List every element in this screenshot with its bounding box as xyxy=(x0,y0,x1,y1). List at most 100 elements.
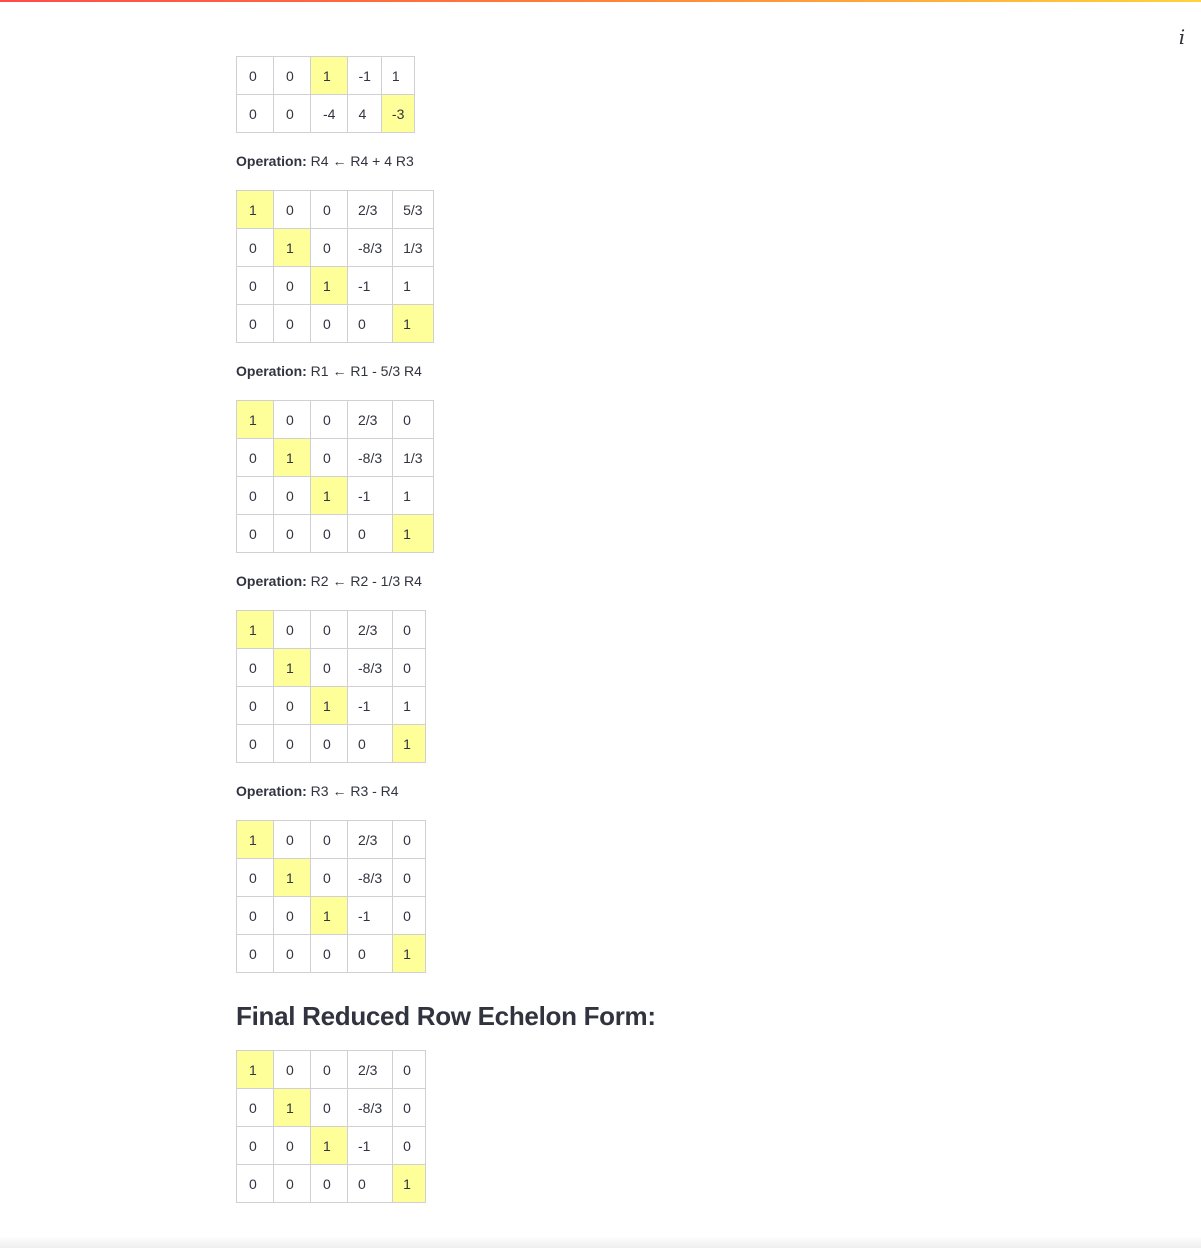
matrix-cell: 0 xyxy=(236,266,274,305)
matrix-cell: 0 xyxy=(392,858,427,897)
matrix-row: 0 0 1 -1 1 xyxy=(236,476,434,515)
matrix-cell: 0 xyxy=(310,724,348,763)
operation-label-1: Operation: R4 ← R4 + 4 R3 xyxy=(236,153,414,169)
matrix-row: 0 0 1 -1 0 xyxy=(236,896,427,935)
matrix-row: 1 0 0 2/3 5/3 xyxy=(236,190,434,229)
matrix-row: 1 0 0 2/3 0 xyxy=(236,1050,427,1089)
matrix-cell: 5/3 xyxy=(392,190,434,229)
matrix-cell: -1 xyxy=(346,896,394,935)
matrix-row: 0 0 -4 4 -3 xyxy=(236,94,416,133)
matrix-partial: 0 0 1 -1 1 0 0 -4 4 -3 xyxy=(236,56,416,133)
matrix-cell: 0 xyxy=(346,724,394,763)
matrix-cell: 1 xyxy=(392,304,434,343)
matrix-cell: 0 xyxy=(273,476,311,515)
matrix-row: 00001 xyxy=(236,304,434,343)
top-decoration-bar xyxy=(0,0,1201,2)
operation-label-4: Operation: R3 ← R3 - R4 xyxy=(236,783,399,799)
matrix-cell: 0 xyxy=(236,56,274,95)
matrix-row: 00001 xyxy=(236,724,427,763)
matrix-cell: 1 xyxy=(392,934,427,973)
matrix-cell: -8/3 xyxy=(346,648,394,687)
matrix-cell: 0 xyxy=(392,1088,427,1127)
matrix-cell: -8/3 xyxy=(346,438,394,477)
matrix-row: 1 0 0 2/3 0 xyxy=(236,610,427,649)
bottom-edge xyxy=(0,1236,1201,1248)
matrix-cell: 0 xyxy=(273,1126,311,1165)
matrix-step-2: 1 0 0 2/3 0 0 1 0 -8/3 1/3 0 0 1 -1 1 0 0 0 0 1 xyxy=(236,400,434,553)
matrix-cell: 0 xyxy=(310,648,348,687)
matrix-cell: 0 xyxy=(310,438,348,477)
matrix-cell: 1 xyxy=(392,514,434,553)
matrix-cell: -1 xyxy=(346,266,394,305)
matrix-cell: 1 xyxy=(392,1164,427,1203)
matrix-row: 00001 xyxy=(236,514,434,553)
matrix-cell: 1 xyxy=(309,56,349,95)
info-icon[interactable]: i xyxy=(1172,26,1192,48)
matrix-row: 0 1 0 -8/3 1/3 xyxy=(236,438,434,477)
matrix-cell: 1 xyxy=(392,686,427,725)
matrix-cell: 2/3 xyxy=(346,190,394,229)
matrix-cell: 0 xyxy=(346,514,394,553)
matrix-cell: 0 xyxy=(273,190,311,229)
matrix-cell: 1 xyxy=(236,190,274,229)
matrix-cell: -1 xyxy=(346,1126,394,1165)
matrix-cell: 0 xyxy=(236,1126,274,1165)
matrix-cell: 0 xyxy=(236,686,274,725)
final-heading: Final Reduced Row Echelon Form: xyxy=(236,1001,656,1031)
matrix-cell: 1 xyxy=(310,686,348,725)
matrix-cell: 1 xyxy=(236,820,274,859)
matrix-cell: 0 xyxy=(310,610,348,649)
matrix-cell: 0 xyxy=(273,94,311,133)
matrix-cell: -8/3 xyxy=(346,858,394,897)
matrix-cell: 0 xyxy=(392,896,427,935)
matrix-row: 0 1 0 -8/3 1/3 xyxy=(236,228,434,267)
matrix-cell: -8/3 xyxy=(346,1088,394,1127)
matrix-cell: 1 xyxy=(273,858,311,897)
matrix-cell: 0 xyxy=(273,266,311,305)
matrix-cell: 0 xyxy=(310,934,348,973)
matrix-cell: 0 xyxy=(236,304,274,343)
matrix-row: 0 1 0 -8/3 0 xyxy=(236,648,427,687)
matrix-row: 0 1 0 -8/3 0 xyxy=(236,858,427,897)
matrix-cell: 1 xyxy=(392,724,427,763)
matrix-cell: 0 xyxy=(236,1164,274,1203)
matrix-cell: 1 xyxy=(380,56,416,95)
matrix-cell: 2/3 xyxy=(346,400,394,439)
matrix-cell: 0 xyxy=(236,934,274,973)
matrix-row: 00001 xyxy=(236,934,427,973)
matrix-cell: 0 xyxy=(273,400,311,439)
matrix-cell: -4 xyxy=(309,94,349,133)
matrix-cell: 0 xyxy=(392,610,427,649)
matrix-cell: 0 xyxy=(273,56,311,95)
matrix-cell: 1 xyxy=(392,266,434,305)
matrix-step-1: 1 0 0 2/3 5/3 0 1 0 -8/3 1/3 0 0 1 -1 1 0 0 0 0 1 xyxy=(236,190,434,343)
matrix-row: 0 0 1 -1 1 xyxy=(236,56,416,95)
matrix-row: 0 0 1 -1 1 xyxy=(236,266,434,305)
matrix-cell: 0 xyxy=(236,1088,274,1127)
matrix-cell: 0 xyxy=(236,228,274,267)
matrix-row: 0 1 0 -8/3 0 xyxy=(236,1088,427,1127)
matrix-cell: 0 xyxy=(310,820,348,859)
matrix-cell: 1 xyxy=(310,1126,348,1165)
matrix-cell: 0 xyxy=(273,1050,311,1089)
matrix-cell: 0 xyxy=(310,514,348,553)
matrix-cell: 0 xyxy=(236,896,274,935)
matrix-cell: 1 xyxy=(273,648,311,687)
matrix-cell: 0 xyxy=(236,476,274,515)
matrix-row: 0 0 1 -1 0 xyxy=(236,1126,427,1165)
matrix-cell: 0 xyxy=(273,896,311,935)
matrix-row: 1 0 0 2/3 0 xyxy=(236,820,427,859)
matrix-row: 0 0 1 -1 1 xyxy=(236,686,427,725)
matrix-cell: 2/3 xyxy=(346,820,394,859)
matrix-cell: 2/3 xyxy=(346,610,394,649)
matrix-cell: 0 xyxy=(392,1050,427,1089)
matrix-cell: 0 xyxy=(273,304,311,343)
matrix-cell: 0 xyxy=(273,934,311,973)
matrix-cell: -1 xyxy=(347,56,382,95)
matrix-cell: 0 xyxy=(236,94,274,133)
matrix-cell: 0 xyxy=(273,724,311,763)
matrix-cell: 1 xyxy=(236,610,274,649)
matrix-step-4: 1 0 0 2/3 0 0 1 0 -8/3 0 0 0 1 -1 0 0 0 0 0 1 xyxy=(236,820,427,973)
matrix-cell: 0 xyxy=(236,438,274,477)
matrix-cell: 0 xyxy=(346,1164,394,1203)
